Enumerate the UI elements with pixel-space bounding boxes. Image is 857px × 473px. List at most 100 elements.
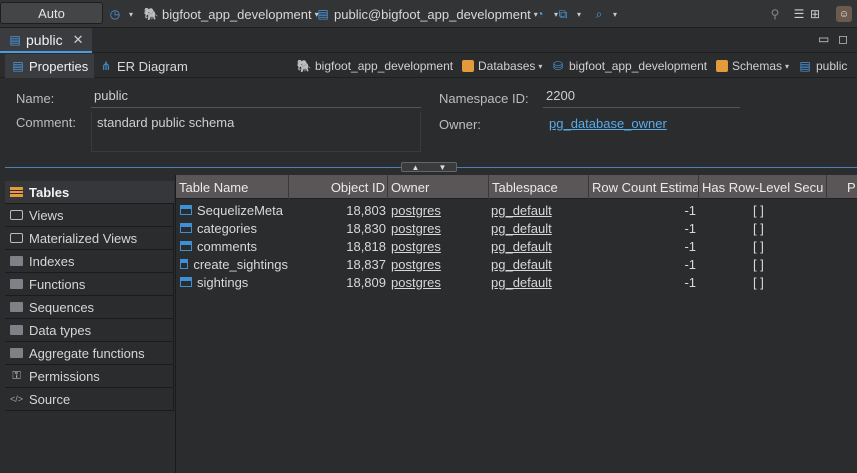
owner-label: Owner: xyxy=(439,117,481,132)
namespace-id-label: Namespace ID: xyxy=(439,91,529,106)
cell-tablespace-link[interactable]: pg_default xyxy=(491,201,586,219)
folder-icon xyxy=(9,255,24,267)
comment-value: standard public schema xyxy=(97,115,235,130)
cell-tablespace-link[interactable]: pg_default xyxy=(491,237,586,255)
avatar-icon: ☺ xyxy=(836,6,852,22)
minimize-icon[interactable]: ▭ xyxy=(818,32,829,46)
schema-icon: ▤ xyxy=(317,7,329,21)
breadcrumb-label: Schemas xyxy=(732,59,783,73)
cell-owner-link[interactable]: postgres xyxy=(391,255,486,273)
dashboard-button[interactable]: ◔ ▾ xyxy=(533,0,558,28)
schema-icon: ▤ xyxy=(9,32,21,47)
cell-rls-checkbox[interactable]: [ ] xyxy=(753,219,783,237)
tab-properties-label: Properties xyxy=(29,58,89,74)
tab-properties[interactable]: ▤ Properties xyxy=(5,54,95,78)
owner-link[interactable]: pg_database_owner xyxy=(549,116,667,131)
folder-icon xyxy=(9,301,24,313)
cell-tablespace-link[interactable]: pg_default xyxy=(491,219,586,237)
cell-owner-link[interactable]: postgres xyxy=(391,201,486,219)
table-name: create_sightings xyxy=(193,256,288,272)
schema-selector[interactable]: ▤ public@bigfoot_app_development ▾ xyxy=(316,0,537,28)
breadcrumb-connection[interactable]: 🐘 bigfoot_app_development xyxy=(297,54,454,78)
collapse-toggle[interactable]: ▲ ▼ xyxy=(401,162,457,172)
column-header-owner[interactable]: Owner xyxy=(388,175,489,199)
comment-field[interactable]: standard public schema xyxy=(91,112,421,152)
postgres-elephant-icon: 🐘 xyxy=(143,7,159,21)
cell-owner-link[interactable]: postgres xyxy=(391,273,486,291)
name-field[interactable]: public xyxy=(91,88,421,108)
folder-icon xyxy=(716,60,728,72)
connection-selector[interactable]: 🐘 bigfoot_app_development ▾ xyxy=(144,0,319,28)
avatar[interactable]: ☺ xyxy=(836,0,856,28)
search-icon: ⌕ xyxy=(595,6,603,21)
find-button[interactable]: ⌕ ▾ xyxy=(592,0,617,28)
history-button[interactable]: ◷ ▾ xyxy=(108,0,133,28)
nav-item-label: Tables xyxy=(29,184,70,200)
cell-table-name: create_sightings xyxy=(180,255,288,273)
column-header-object-id[interactable]: Object ID xyxy=(289,175,388,199)
nav-item-materialized-views[interactable]: Materialized Views xyxy=(5,227,174,250)
table-row[interactable]: create_sightings 18,837 postgres pg_defa… xyxy=(176,255,857,273)
editor-tab-strip: ▤ public ✕ ▭ ◻ xyxy=(0,28,857,53)
folder-icon xyxy=(9,324,24,336)
cell-owner-link[interactable]: postgres xyxy=(391,219,486,237)
table-row[interactable]: categories 18,830 postgres pg_default -1… xyxy=(176,219,857,237)
transaction-mode-button[interactable]: Auto xyxy=(0,2,103,24)
nav-item-label: Views xyxy=(29,207,64,223)
column-header-row-count[interactable]: Row Count Estima xyxy=(589,175,699,199)
cell-rls-checkbox[interactable]: [ ] xyxy=(753,201,783,219)
nav-item-tables[interactable]: Tables xyxy=(5,181,174,204)
table-name: categories xyxy=(197,220,257,236)
table-row[interactable]: sightings 18,809 postgres pg_default -1 … xyxy=(176,273,857,291)
nav-item-data-types[interactable]: Data types xyxy=(5,319,174,342)
transaction-mode-label: Auto xyxy=(38,5,65,21)
perspective-button[interactable]: ⊞ xyxy=(808,0,826,28)
column-header-table-name[interactable]: Table Name xyxy=(176,175,289,199)
column-header-tablespace[interactable]: Tablespace xyxy=(489,175,589,199)
column-header-partitioned[interactable]: P xyxy=(827,175,857,199)
breadcrumb-schemas[interactable]: Schemas ▾ xyxy=(716,54,789,78)
main-toolbar: Auto ◷ ▾ 🐘 bigfoot_app_development ▾ ▤ publi… xyxy=(0,0,857,28)
namespace-id-value: 2200 xyxy=(546,88,575,103)
cell-rls-checkbox[interactable]: [ ] xyxy=(753,255,783,273)
cell-rls-checkbox[interactable]: [ ] xyxy=(753,273,783,291)
object-type-nav: Tables Views Materialized Views Indexes … xyxy=(5,181,174,473)
table-icon xyxy=(180,259,189,269)
cell-row-count: -1 xyxy=(684,220,696,236)
nav-item-source[interactable]: </> Source xyxy=(5,388,174,411)
column-header-row-level-security[interactable]: Has Row-Level Secu xyxy=(699,175,827,199)
table-row[interactable]: comments 18,818 postgres pg_default -1 [… xyxy=(176,237,857,255)
cell-tablespace-link[interactable]: pg_default xyxy=(491,273,586,291)
table-name: SequelizeMeta xyxy=(197,202,283,218)
table-row[interactable]: SequelizeMeta 18,803 postgres pg_default… xyxy=(176,201,857,219)
column-header-label: Row Count Estima xyxy=(592,179,699,195)
global-search-button[interactable]: ⚲ xyxy=(768,0,786,28)
namespace-id-field[interactable]: 2200 xyxy=(543,88,740,108)
nav-item-indexes[interactable]: Indexes xyxy=(5,250,174,273)
maximize-icon[interactable]: ◻ xyxy=(838,32,848,46)
cell-owner-link[interactable]: postgres xyxy=(391,237,486,255)
nav-item-sequences[interactable]: Sequences xyxy=(5,296,174,319)
cell-tablespace-link[interactable]: pg_default xyxy=(491,255,586,273)
close-icon[interactable]: ✕ xyxy=(73,32,84,48)
tab-public[interactable]: ▤ public ✕ xyxy=(0,28,92,53)
nav-item-label: Functions xyxy=(29,276,86,292)
nav-item-aggregate-functions[interactable]: Aggregate functions xyxy=(5,342,174,365)
nav-item-label: Aggregate functions xyxy=(29,345,145,361)
nav-item-permissions[interactable]: ⚿ Permissions xyxy=(5,365,174,388)
cell-rls-checkbox[interactable]: [ ] xyxy=(753,237,783,255)
navigator-button[interactable]: ⧉ ▾ xyxy=(556,0,581,28)
chevron-down-icon: ▾ xyxy=(785,61,790,71)
tables-grid: Table Name Object ID Owner Tablespace Ro… xyxy=(175,175,857,473)
breadcrumb-databases[interactable]: Databases ▾ xyxy=(462,54,542,78)
nav-item-views[interactable]: Views xyxy=(5,204,174,227)
nav-item-label: Data types xyxy=(29,322,92,338)
tab-er-diagram[interactable]: ⋔ ER Diagram xyxy=(99,54,188,78)
breadcrumb-database[interactable]: ⛁ bigfoot_app_development xyxy=(551,54,707,78)
schema-icon: ▤ xyxy=(799,59,811,73)
history-icon: ◷ xyxy=(109,7,121,21)
chevron-up-icon: ▲ xyxy=(411,162,420,172)
nav-item-functions[interactable]: Functions xyxy=(5,273,174,296)
cell-table-name: sightings xyxy=(180,273,288,291)
breadcrumb-schema[interactable]: ▤ public xyxy=(798,54,847,78)
